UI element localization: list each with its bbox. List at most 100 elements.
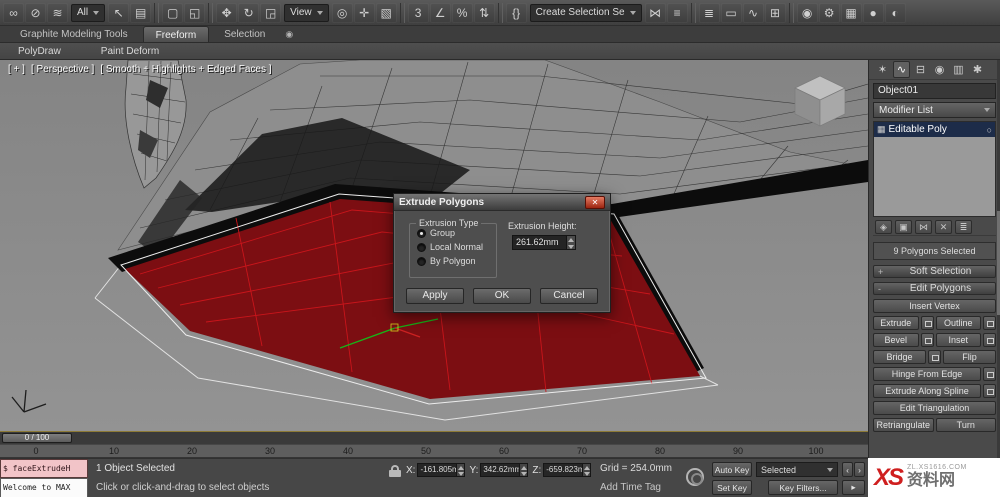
extrude-along-spline-settings-button[interactable] <box>983 384 996 398</box>
ribbon-tab-freeform[interactable]: Freeform <box>142 26 210 42</box>
bevel-button[interactable]: Bevel <box>873 333 919 347</box>
key-mode-dropdown[interactable]: Selected <box>756 462 838 477</box>
percent-snap-icon[interactable]: % <box>451 2 473 23</box>
create-tab-icon[interactable]: ✶ <box>874 61 891 78</box>
apply-button[interactable]: Apply <box>406 288 464 304</box>
select-and-scale-icon[interactable]: ◲ <box>260 2 282 23</box>
display-tab-icon[interactable]: ▥ <box>950 61 967 78</box>
x-coordinate-spinner[interactable] <box>456 464 465 476</box>
spinner-down-icon[interactable] <box>583 470 591 476</box>
curve-editor-icon[interactable]: ∿ <box>742 2 764 23</box>
spinner-snap-icon[interactable]: ⇅ <box>473 2 495 23</box>
spinner-down-icon[interactable] <box>457 470 465 476</box>
spinner-down-icon[interactable] <box>520 470 528 476</box>
select-and-move-icon[interactable]: ✥ <box>216 2 238 23</box>
insert-vertex-button[interactable]: Insert Vertex <box>873 299 996 313</box>
cancel-button[interactable]: Cancel <box>540 288 598 304</box>
inset-button[interactable]: Inset <box>935 333 981 347</box>
extrusion-height-field[interactable]: 261.62mm <box>512 235 576 250</box>
hinge-from-edge-settings-button[interactable] <box>983 367 996 381</box>
hierarchy-tab-icon[interactable]: ⊟ <box>912 61 929 78</box>
edit-triangulation-button[interactable]: Edit Triangulation <box>873 401 996 415</box>
outline-button[interactable]: Outline <box>935 316 981 330</box>
selection-lock-icon[interactable] <box>388 465 402 478</box>
auto-key-button[interactable]: Auto Key <box>712 462 752 477</box>
dialog-title-bar[interactable]: Extrude Polygons ✕ <box>394 194 610 211</box>
local-normal-radio[interactable]: Local Normal <box>417 242 496 252</box>
set-key-button[interactable]: Set Key <box>712 480 752 495</box>
select-by-name-icon[interactable]: ▤ <box>130 2 152 23</box>
align-icon[interactable]: ≡ <box>666 2 688 23</box>
use-pivot-center-icon[interactable]: ◎ <box>331 2 353 23</box>
named-selection-set-dropdown[interactable]: Create Selection Se <box>529 3 642 22</box>
select-and-rotate-icon[interactable]: ↻ <box>238 2 260 23</box>
y-coordinate-field[interactable]: 342.62mm <box>480 463 529 477</box>
play-animation-button[interactable]: ▸ <box>842 480 865 495</box>
close-icon[interactable]: ✕ <box>585 195 605 209</box>
key-filters-button[interactable]: Key Filters... <box>768 480 838 495</box>
turn-button[interactable]: Turn <box>935 418 996 432</box>
graphite-ribbon-toggle-icon[interactable]: ▭ <box>720 2 742 23</box>
extrusion-height-spinner[interactable] <box>566 236 575 249</box>
time-slider[interactable]: 0 / 100 <box>2 433 72 443</box>
ribbon-tab-selection[interactable]: Selection <box>212 26 277 42</box>
ok-button[interactable]: OK <box>473 288 531 304</box>
viewport-shading-menu[interactable]: [ Smooth + Highlights + Edged Faces ] <box>100 64 271 75</box>
outline-settings-button[interactable] <box>983 316 996 330</box>
bridge-settings-button[interactable] <box>928 350 941 364</box>
mirror-icon[interactable]: ⋈ <box>644 2 666 23</box>
select-object-icon[interactable]: ↖ <box>108 2 130 23</box>
modify-tab-icon[interactable]: ∿ <box>893 61 910 78</box>
spinner-down-icon[interactable] <box>567 243 575 250</box>
add-time-tag[interactable]: Add Time Tag <box>600 482 661 493</box>
rollout-edit-polygons[interactable]: - Edit Polygons <box>873 282 996 295</box>
rendered-frame-icon[interactable]: ▦ <box>840 2 862 23</box>
rectangular-selection-icon[interactable]: ▢ <box>162 2 184 23</box>
z-coordinate-field[interactable]: -659.823m <box>543 463 592 477</box>
hinge-from-edge-button[interactable]: Hinge From Edge <box>873 367 981 381</box>
ribbon-subtab-polydraw[interactable]: PolyDraw <box>18 46 61 57</box>
extrude-along-spline-button[interactable]: Extrude Along Spline <box>873 384 981 398</box>
selection-filter-dropdown[interactable]: All <box>71 3 106 22</box>
visibility-bulb-icon[interactable]: ○ <box>987 125 992 135</box>
track-bar[interactable]: 0 10 20 30 40 50 60 70 80 90 100 <box>0 444 868 458</box>
ribbon-subtab-paint-deform[interactable]: Paint Deform <box>101 46 159 57</box>
utilities-tab-icon[interactable]: ✱ <box>969 61 986 78</box>
reference-coordinate-dropdown[interactable]: View <box>284 3 329 22</box>
select-and-manipulate-icon[interactable]: ✛ <box>353 2 375 23</box>
time-slider-track[interactable]: 0 / 100 <box>0 431 868 444</box>
viewport-menu-plus[interactable]: [ + ] <box>8 64 25 75</box>
previous-key-button[interactable]: ‹ <box>842 462 853 477</box>
angle-snap-icon[interactable]: ∠ <box>429 2 451 23</box>
ribbon-config-icon[interactable]: ◉ <box>280 26 298 42</box>
rollout-soft-selection[interactable]: + Soft Selection <box>873 265 996 278</box>
modifier-list-dropdown[interactable]: Modifier List <box>873 102 996 118</box>
render-iterative-icon[interactable]: ◐ <box>884 2 906 23</box>
next-key-button[interactable]: › <box>854 462 865 477</box>
by-polygon-radio[interactable]: By Polygon <box>417 256 496 266</box>
extrude-button[interactable]: Extrude <box>873 316 919 330</box>
show-end-result-icon[interactable]: ▣ <box>895 220 912 234</box>
select-and-link-icon[interactable]: ∞ <box>3 2 24 23</box>
bind-to-space-warp-icon[interactable]: ≋ <box>47 2 68 23</box>
unlink-selection-icon[interactable]: ⊘ <box>25 2 46 23</box>
maxscript-macro-line[interactable]: $ faceExtrudeH <box>0 459 88 478</box>
snaps-toggle-icon[interactable]: 3 <box>407 2 429 23</box>
make-unique-icon[interactable]: ⋈ <box>915 220 932 234</box>
extrude-settings-button[interactable] <box>920 316 934 330</box>
group-radio[interactable]: Group <box>417 228 496 238</box>
configure-modifier-sets-icon[interactable]: ≣ <box>955 220 972 234</box>
material-editor-icon[interactable]: ◉ <box>796 2 818 23</box>
stack-item-editable-poly[interactable]: ▦ Editable Poly ○ <box>874 122 995 137</box>
bevel-settings-button[interactable] <box>920 333 934 347</box>
render-production-icon[interactable]: ● <box>862 2 884 23</box>
flip-button[interactable]: Flip <box>943 350 996 364</box>
viewport-view-menu[interactable]: [ Perspective ] <box>31 64 94 75</box>
edit-named-selection-sets-icon[interactable]: {} <box>505 2 527 23</box>
pin-stack-icon[interactable]: ◈ <box>875 220 892 234</box>
bridge-button[interactable]: Bridge <box>873 350 926 364</box>
motion-tab-icon[interactable]: ◉ <box>931 61 948 78</box>
retriangulate-button[interactable]: Retriangulate <box>873 418 934 432</box>
window-crossing-icon[interactable]: ◱ <box>184 2 206 23</box>
offset-mode-icon[interactable] <box>686 468 704 486</box>
